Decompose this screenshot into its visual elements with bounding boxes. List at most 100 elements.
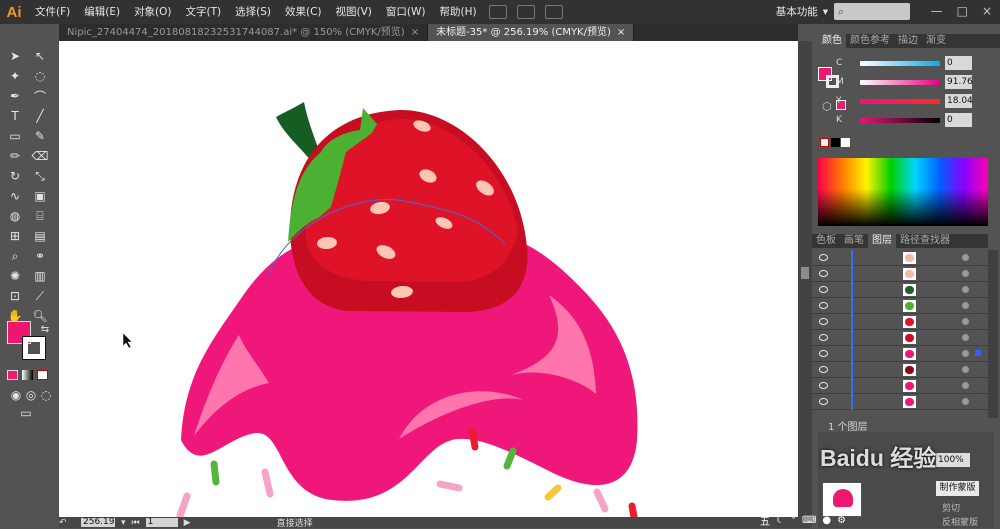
layers-panel-tab-3[interactable]: 路径查找器: [896, 234, 954, 248]
target-radio[interactable]: [962, 334, 969, 341]
invert-mask-checkbox-label[interactable]: 反相蒙版: [942, 515, 978, 528]
vertical-scrollbar[interactable]: [798, 41, 812, 517]
visibility-eye-icon[interactable]: [819, 398, 828, 405]
target-radio[interactable]: [962, 366, 969, 373]
moon-icon[interactable]: ☾: [776, 515, 785, 526]
menu-item-7[interactable]: 窗口(W): [379, 0, 433, 24]
layers-panel-tab-2[interactable]: 图层: [868, 234, 896, 248]
none-mode-button[interactable]: [37, 370, 48, 380]
close-icon[interactable]: ×: [617, 27, 625, 38]
input-method-icon[interactable]: 五: [760, 513, 770, 528]
color-panel-tab-1[interactable]: 颜色参考: [846, 34, 894, 48]
visibility-eye-icon[interactable]: [819, 350, 828, 357]
visibility-eye-icon[interactable]: [819, 286, 828, 293]
keyboard-icon[interactable]: ⌨: [802, 515, 816, 526]
rectangle-tool-icon[interactable]: ▭: [6, 128, 24, 144]
layer-row[interactable]: [812, 330, 988, 346]
layer-row[interactable]: [812, 394, 988, 410]
white-color-chip[interactable]: [841, 138, 850, 147]
layer-row[interactable]: [812, 266, 988, 282]
stroke-color-swatch[interactable]: [22, 336, 46, 360]
menu-item-6[interactable]: 视图(V): [329, 0, 379, 24]
avatar-icon[interactable]: ●: [822, 515, 831, 526]
eyedropper-icon[interactable]: ⌕: [6, 248, 24, 264]
selection-indicator[interactable]: [975, 350, 981, 356]
lasso-icon[interactable]: ◌: [31, 68, 49, 84]
eraser-icon[interactable]: ⌫: [31, 148, 49, 164]
menu-item-3[interactable]: 文字(T): [179, 0, 229, 24]
menu-item-0[interactable]: 文件(F): [28, 0, 77, 24]
document-tab-0[interactable]: Nipic_27404474_20180818232531744087.ai* …: [59, 24, 429, 41]
cyan-slider[interactable]: C0: [836, 55, 982, 71]
target-radio[interactable]: [962, 398, 969, 405]
first-page-icon[interactable]: ⏮: [132, 518, 140, 528]
visibility-eye-icon[interactable]: [819, 270, 828, 277]
menu-item-2[interactable]: 对象(O): [127, 0, 178, 24]
make-mask-button[interactable]: 制作蒙版: [936, 481, 979, 496]
scale-icon[interactable]: ⤡: [31, 168, 49, 184]
gradient-icon[interactable]: ▤: [31, 228, 49, 244]
zoom-field[interactable]: 256.19: [81, 518, 115, 527]
screen-mode-icon[interactable]: ▭: [17, 405, 35, 421]
menu-item-4[interactable]: 选择(S): [228, 0, 278, 24]
visibility-eye-icon[interactable]: [819, 318, 828, 325]
arrange-icon[interactable]: [516, 5, 535, 19]
target-radio[interactable]: [962, 318, 969, 325]
close-icon[interactable]: ×: [411, 27, 419, 38]
next-page-icon[interactable]: ▶: [184, 518, 191, 528]
paintbrush-icon[interactable]: ✎: [31, 128, 49, 144]
black-slider[interactable]: K0: [836, 112, 982, 128]
target-radio[interactable]: [962, 382, 969, 389]
layer-row[interactable]: [812, 314, 988, 330]
yellow-slider[interactable]: Y 18.04: [836, 93, 982, 109]
curvature-tool-icon[interactable]: ⌒: [31, 88, 49, 104]
target-radio[interactable]: [962, 270, 969, 277]
rotate-icon[interactable]: ↻: [6, 168, 24, 184]
document-tab-1[interactable]: 未标题-35* @ 256.19% (CMYK/预览) ×: [428, 24, 635, 41]
layer-row[interactable]: [812, 250, 988, 266]
target-radio[interactable]: [962, 302, 969, 309]
target-radio[interactable]: [962, 350, 969, 357]
magic-wand-icon[interactable]: ✦: [6, 68, 24, 84]
pencil-icon[interactable]: ✏: [6, 148, 24, 164]
artboard-tool-icon[interactable]: ⊡: [6, 288, 24, 304]
layer-row[interactable]: [812, 362, 988, 378]
gradient-mode-button[interactable]: [22, 370, 33, 380]
close-icon[interactable]: ×: [982, 4, 992, 18]
gpu-icon[interactable]: [544, 5, 563, 19]
draw-inside-icon[interactable]: ◌: [37, 387, 55, 403]
pen-tool-icon[interactable]: ✒: [6, 88, 24, 104]
layer-row[interactable]: [812, 346, 988, 362]
color-panel-tab-2[interactable]: 描边: [894, 34, 922, 48]
symbol-sprayer-icon[interactable]: ✺: [6, 268, 24, 284]
magenta-slider[interactable]: M 91.76: [836, 74, 982, 90]
visibility-eye-icon[interactable]: [819, 382, 828, 389]
visibility-eye-icon[interactable]: [819, 254, 828, 261]
menu-item-1[interactable]: 编辑(E): [77, 0, 127, 24]
layer-row[interactable]: [812, 282, 988, 298]
layer-row[interactable]: [812, 298, 988, 314]
chevron-down-icon[interactable]: ▾: [121, 518, 126, 528]
color-spectrum[interactable]: [818, 158, 988, 226]
graph-tool-icon[interactable]: ▥: [31, 268, 49, 284]
swap-colors-icon[interactable]: ⇆: [36, 321, 54, 337]
warp-icon[interactable]: ∿: [6, 188, 24, 204]
free-transform-icon[interactable]: ▣: [31, 188, 49, 204]
menu-item-8[interactable]: 帮助(H): [433, 0, 484, 24]
layers-panel-tab-0[interactable]: 色板: [812, 234, 840, 248]
bridge-icon[interactable]: [488, 5, 507, 19]
slice-tool-icon[interactable]: ⟋: [31, 288, 49, 304]
page-field[interactable]: 1: [145, 518, 178, 527]
menu-item-5[interactable]: 效果(C): [278, 0, 329, 24]
settings-icon[interactable]: ⚙: [837, 515, 846, 526]
target-radio[interactable]: [962, 286, 969, 293]
maximize-icon[interactable]: □: [957, 4, 968, 18]
color-panel-tab-0[interactable]: 颜色: [818, 34, 846, 48]
layer-row[interactable]: [812, 378, 988, 394]
mesh-icon[interactable]: ⊞: [6, 228, 24, 244]
line-tool-icon[interactable]: ╱: [31, 108, 49, 124]
none-color-chip[interactable]: [820, 138, 829, 147]
type-tool-icon[interactable]: T: [6, 108, 24, 124]
color-panel-tab-3[interactable]: 渐变: [922, 34, 950, 48]
visibility-eye-icon[interactable]: [819, 334, 828, 341]
